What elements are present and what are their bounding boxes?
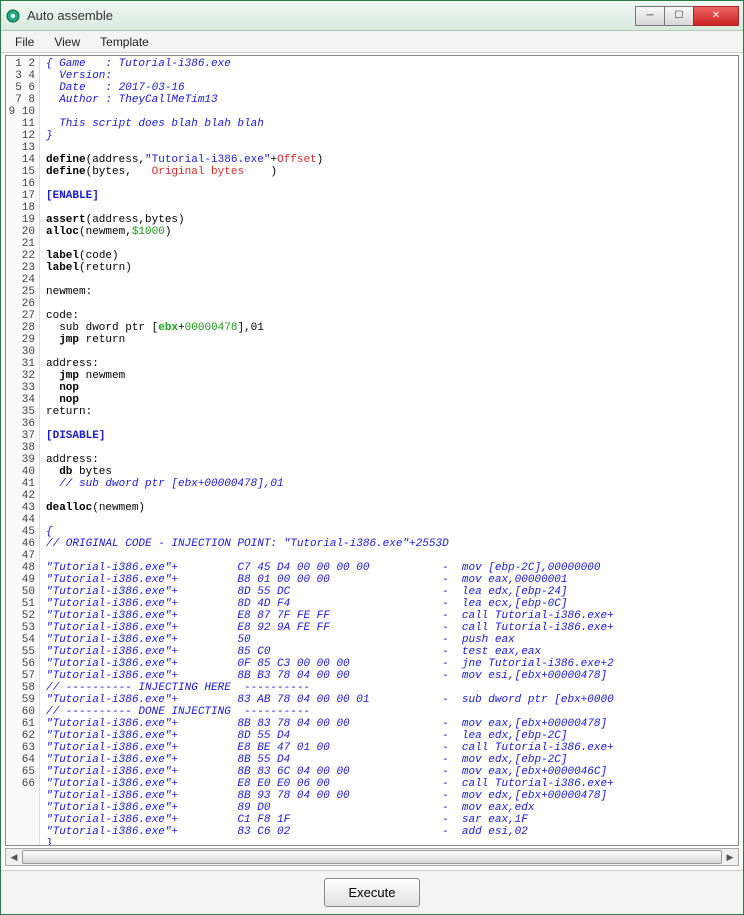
line-number-gutter: 1 2 3 4 5 6 7 8 9 10 11 12 13 14 15 16 1… (6, 56, 40, 845)
minimize-button[interactable]: ─ (635, 6, 665, 26)
code-content[interactable]: { Game : Tutorial-i386.exe Version: Date… (40, 56, 738, 845)
menu-view[interactable]: View (44, 33, 90, 51)
code-editor[interactable]: 1 2 3 4 5 6 7 8 9 10 11 12 13 14 15 16 1… (5, 55, 739, 846)
scroll-left-arrow[interactable]: ◀ (6, 849, 22, 865)
window-controls: ─ ☐ ✕ (636, 6, 739, 26)
close-button[interactable]: ✕ (693, 6, 739, 26)
scroll-thumb[interactable] (22, 850, 722, 864)
maximize-button[interactable]: ☐ (664, 6, 694, 26)
menubar: File View Template (1, 31, 743, 53)
app-icon (5, 8, 21, 24)
menu-template[interactable]: Template (90, 33, 159, 51)
horizontal-scrollbar[interactable]: ◀ ▶ (5, 848, 739, 866)
auto-assemble-window: Auto assemble ─ ☐ ✕ File View Template 1… (0, 0, 744, 915)
scroll-right-arrow[interactable]: ▶ (722, 849, 738, 865)
menu-file[interactable]: File (5, 33, 44, 51)
execute-button[interactable]: Execute (324, 878, 421, 907)
footer: Execute (1, 870, 743, 914)
titlebar[interactable]: Auto assemble ─ ☐ ✕ (1, 1, 743, 31)
window-title: Auto assemble (27, 8, 636, 23)
